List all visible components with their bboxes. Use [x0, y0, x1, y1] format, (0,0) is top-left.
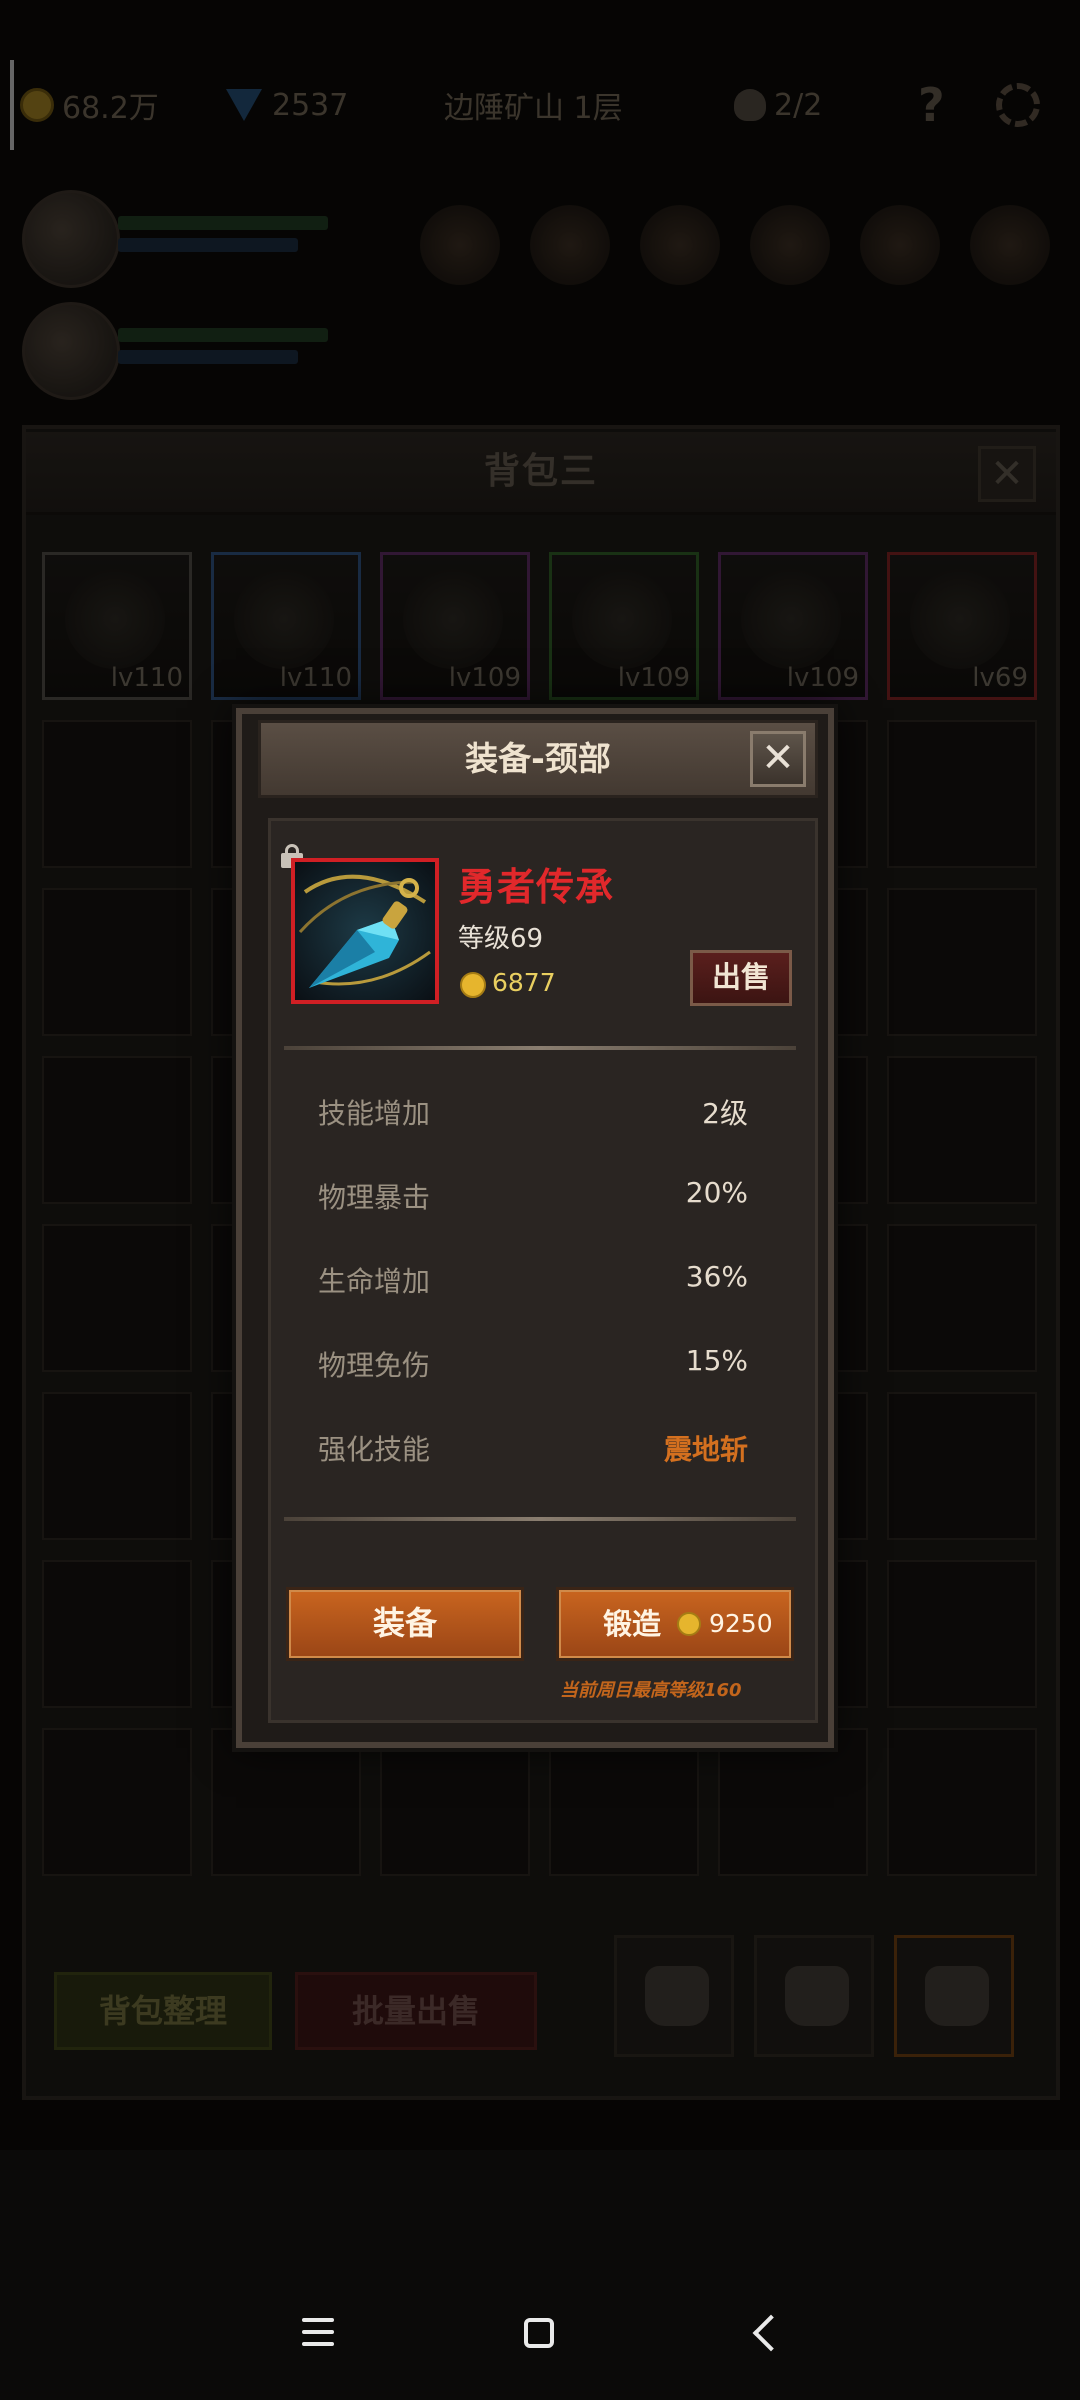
nav-menu-icon[interactable] [302, 2318, 334, 2354]
sell-item-button[interactable]: 出售 [690, 950, 792, 1006]
item-level: 等级69 [458, 924, 544, 954]
forge-cost: 9250 [709, 1609, 773, 1638]
stat-value: 2级 [702, 1097, 748, 1130]
item-icon-frame [291, 858, 439, 1004]
pendant-icon [298, 874, 431, 988]
divider [284, 1517, 796, 1521]
forge-note: 当前周目最高等级160 [560, 1680, 742, 1701]
forge-button[interactable]: 锻造 9250 [556, 1587, 794, 1661]
stat-row: 技能增加 2级 [318, 1092, 748, 1142]
stat-label: 物理免伤 [318, 1349, 431, 1382]
nav-back-icon[interactable] [752, 2314, 790, 2352]
stat-label: 强化技能 [318, 1433, 431, 1466]
nav-home-icon[interactable] [524, 2318, 554, 2348]
stat-label: 物理暴击 [318, 1181, 431, 1214]
stat-value: 15% [685, 1344, 748, 1377]
equip-button[interactable]: 装备 [286, 1587, 524, 1661]
stat-label: 生命增加 [318, 1265, 431, 1298]
stat-row: 物理暴击 20% [318, 1176, 748, 1226]
dialog-title: 装备-颈部 [465, 739, 611, 778]
item-sell-price: 6877 [492, 968, 556, 997]
gold-coin-icon [677, 1612, 701, 1636]
enhanced-skill-value: 震地斩 [663, 1433, 748, 1466]
divider [284, 1046, 796, 1050]
dialog-close-button[interactable]: ✕ [750, 731, 806, 787]
gold-coin-icon [460, 972, 486, 998]
forge-label: 锻造 [603, 1607, 662, 1641]
stat-value: 20% [685, 1176, 748, 1209]
stat-row: 物理免伤 15% [318, 1344, 748, 1394]
stat-row: 强化技能 震地斩 [318, 1428, 748, 1478]
stat-value: 36% [685, 1260, 748, 1293]
stat-row: 生命增加 36% [318, 1260, 748, 1310]
item-name: 勇者传承 [458, 865, 615, 909]
stat-label: 技能增加 [318, 1097, 431, 1130]
